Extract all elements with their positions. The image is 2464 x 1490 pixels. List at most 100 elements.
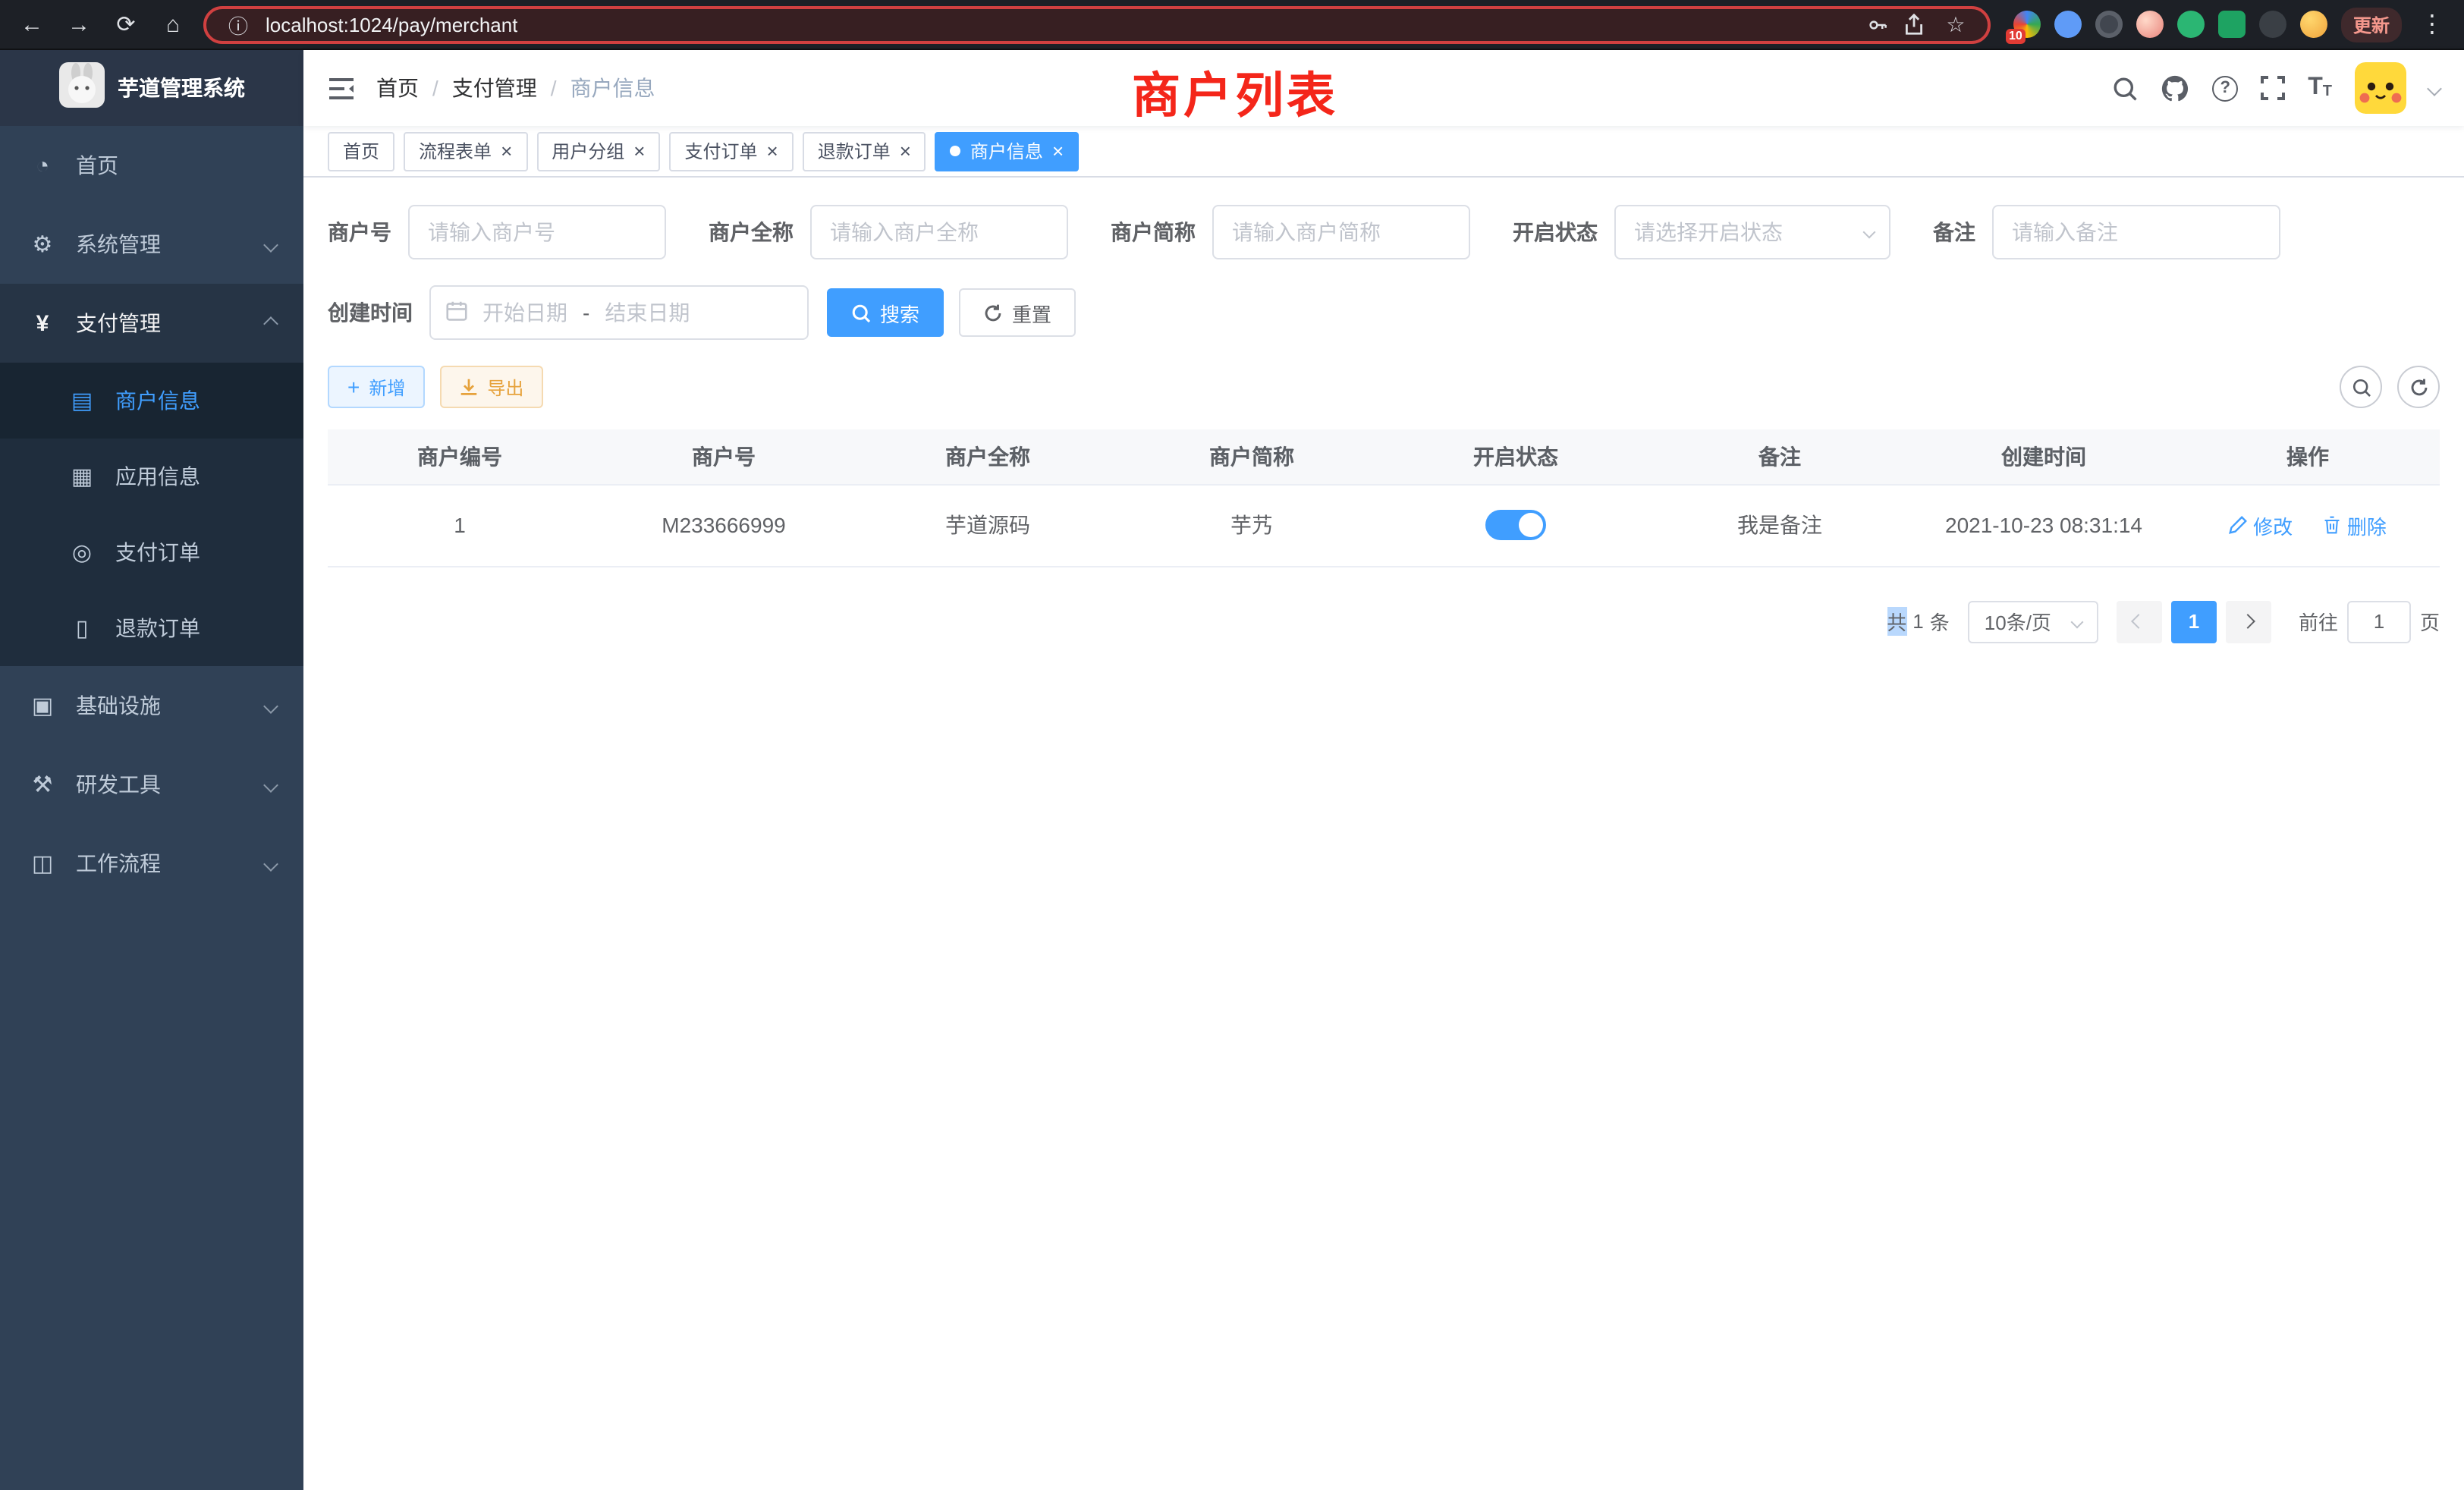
field-label: 商户号 <box>328 217 391 247</box>
goto-page: 前往 页 <box>2299 600 2440 643</box>
sidebar-item-refund-order[interactable]: 退款订单 <box>0 590 303 666</box>
button-label: 搜索 <box>880 298 919 327</box>
extension-icon[interactable] <box>2218 11 2246 38</box>
page-size-select[interactable]: 10条/页 <box>1968 600 2098 643</box>
remark-input[interactable] <box>1992 205 2280 259</box>
help-icon[interactable] <box>2212 75 2238 101</box>
search-icon[interactable] <box>2112 75 2138 101</box>
delete-button[interactable]: 删除 <box>2323 511 2387 539</box>
sidebar-item-label: 工作流程 <box>76 848 161 879</box>
sidebar-item-home[interactable]: 首页 <box>0 126 303 205</box>
forward-icon[interactable] <box>62 8 96 41</box>
reset-button[interactable]: 重置 <box>959 288 1076 337</box>
app-title: 芋道管理系统 <box>118 73 245 103</box>
breadcrumb-home[interactable]: 首页 <box>376 73 452 103</box>
url-bar[interactable]: localhost:1024/pay/merchant <box>203 5 1991 43</box>
col-status: 开启状态 <box>1384 429 1648 484</box>
font-size-icon[interactable] <box>2308 76 2332 100</box>
button-label: 删除 <box>2347 511 2387 539</box>
cell-full-name: 芋道源码 <box>856 484 1120 566</box>
sidebar-item-dev-tools[interactable]: 研发工具 <box>0 745 303 824</box>
edit-button[interactable]: 修改 <box>2229 511 2293 539</box>
bookmark-star-icon[interactable] <box>1939 8 1972 41</box>
extension-icon[interactable] <box>2054 11 2082 38</box>
extension-icon[interactable]: 10 <box>2013 11 2041 38</box>
merchant-no-input[interactable] <box>408 205 666 259</box>
sidebar-toggle-icon[interactable] <box>328 77 355 99</box>
add-button[interactable]: 新增 <box>328 366 425 408</box>
profile-avatar-icon[interactable] <box>2300 11 2327 38</box>
sidebar-item-app-info[interactable]: 应用信息 <box>0 439 303 514</box>
browser-toolbar: localhost:1024/pay/merchant 10 更新 <box>0 0 2464 50</box>
chevron-left-icon <box>2132 614 2147 629</box>
navbar: 首页 支付管理 商户信息 <box>303 50 2464 126</box>
tab-home[interactable]: 首页 <box>328 131 394 171</box>
extension-icon[interactable] <box>2177 11 2205 38</box>
tab-refund-order[interactable]: 退款订单 <box>803 131 926 171</box>
chrome-update-button[interactable]: 更新 <box>2341 7 2402 42</box>
next-page-button[interactable] <box>2226 600 2271 643</box>
chevron-down-icon <box>263 856 278 871</box>
back-icon[interactable] <box>15 8 49 41</box>
browser-menu-icon[interactable] <box>2415 8 2449 41</box>
toggle-search-icon[interactable] <box>2340 366 2382 408</box>
sidebar-item-workflow[interactable]: 工作流程 <box>0 824 303 903</box>
search-button[interactable]: 搜索 <box>827 288 944 337</box>
full-name-input[interactable] <box>810 205 1068 259</box>
extension-icon[interactable] <box>2259 11 2286 38</box>
password-key-icon[interactable] <box>1866 13 1889 36</box>
col-remark: 备注 <box>1648 429 1912 484</box>
short-name-input[interactable] <box>1212 205 1470 259</box>
sidebar-item-pay-order[interactable]: 支付订单 <box>0 514 303 590</box>
sidebar-item-infrastructure[interactable]: 基础设施 <box>0 666 303 745</box>
home-icon[interactable] <box>156 8 190 41</box>
field-label: 商户全称 <box>709 217 794 247</box>
filter-row-1: 商户号 商户全称 商户简称 开启状态 请选择开启状态 <box>328 205 2440 259</box>
goto-label: 前往 <box>2299 607 2338 636</box>
extension-icon[interactable] <box>2136 11 2164 38</box>
export-button[interactable]: 导出 <box>440 366 543 408</box>
pagination-total: 共 1 条 <box>1887 607 1950 636</box>
fullscreen-icon[interactable] <box>2261 76 2285 100</box>
chevron-down-icon <box>2070 615 2083 628</box>
total-prefix: 共 <box>1887 607 1906 636</box>
close-icon[interactable] <box>501 141 512 161</box>
close-icon[interactable] <box>767 141 778 161</box>
col-create-time: 创建时间 <box>1912 429 2176 484</box>
tab-process-form[interactable]: 流程表单 <box>404 131 527 171</box>
user-avatar[interactable] <box>2355 62 2406 114</box>
sidebar-item-system[interactable]: 系统管理 <box>0 205 303 284</box>
tools-icon <box>27 771 58 798</box>
extension-icon[interactable] <box>2095 11 2123 38</box>
refresh-icon[interactable] <box>2397 366 2440 408</box>
site-info-icon[interactable] <box>222 8 255 41</box>
tab-merchant-info[interactable]: 商户信息 <box>935 131 1079 171</box>
field-label: 备注 <box>1933 217 1975 247</box>
close-icon[interactable] <box>1052 141 1064 161</box>
tab-pay-order[interactable]: 支付订单 <box>669 131 793 171</box>
chevron-down-icon <box>1863 226 1876 239</box>
cell-merchant-id: 1 <box>328 484 592 566</box>
status-select[interactable]: 请选择开启状态 <box>1614 205 1890 259</box>
close-icon[interactable] <box>900 141 911 161</box>
sidebar-item-payment[interactable]: 支付管理 <box>0 284 303 363</box>
field-label: 开启状态 <box>1513 217 1598 247</box>
navbar-actions <box>2112 62 2440 114</box>
app-logo[interactable]: 芋道管理系统 <box>0 50 303 126</box>
button-label: 重置 <box>1012 298 1051 327</box>
prev-page-button[interactable] <box>2117 600 2162 643</box>
page-1-button[interactable]: 1 <box>2171 600 2217 643</box>
goto-page-input[interactable] <box>2347 600 2411 643</box>
status-toggle[interactable] <box>1485 510 1546 540</box>
share-icon[interactable] <box>1904 14 1924 35</box>
tab-user-group[interactable]: 用户分组 <box>536 131 660 171</box>
reload-icon[interactable] <box>109 8 143 41</box>
close-icon[interactable] <box>633 141 645 161</box>
date-range-picker[interactable]: 开始日期 - 结束日期 <box>429 285 809 340</box>
sidebar-item-merchant-info[interactable]: 商户信息 <box>0 363 303 439</box>
github-icon[interactable] <box>2161 74 2189 102</box>
user-menu-caret-icon[interactable] <box>2427 80 2442 96</box>
cell-remark: 我是备注 <box>1648 484 1912 566</box>
filter-merchant-no: 商户号 <box>328 205 666 259</box>
breadcrumb-payment[interactable]: 支付管理 <box>452 73 570 103</box>
